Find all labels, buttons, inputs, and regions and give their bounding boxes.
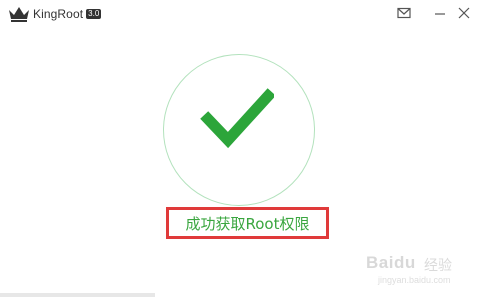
version-badge: 3.0 — [86, 9, 102, 19]
app-brand: KingRoot 3.0 — [8, 5, 102, 23]
kingroot-window: KingRoot 3.0 成功获取Root权限 Baidu 经验 jingyan… — [0, 0, 480, 297]
title-bar: KingRoot 3.0 — [0, 0, 480, 28]
root-success-message: 成功获取Root权限 — [185, 214, 310, 233]
app-name: KingRoot — [33, 7, 84, 21]
watermark-url: jingyan.baidu.com — [378, 275, 451, 285]
watermark-subtitle: 经验 — [424, 258, 452, 274]
mail-icon[interactable] — [396, 5, 412, 21]
close-icon[interactable] — [456, 5, 472, 21]
checkmark-icon — [200, 88, 274, 149]
status-highlight: 成功获取Root权限 — [166, 207, 329, 239]
bottom-progress-strip — [0, 293, 155, 297]
watermark-logo: Baidu — [366, 253, 416, 272]
baidu-watermark: Baidu 经验 jingyan.baidu.com — [366, 247, 476, 291]
crown-logo-icon — [9, 7, 29, 22]
minimize-icon[interactable] — [432, 5, 448, 21]
